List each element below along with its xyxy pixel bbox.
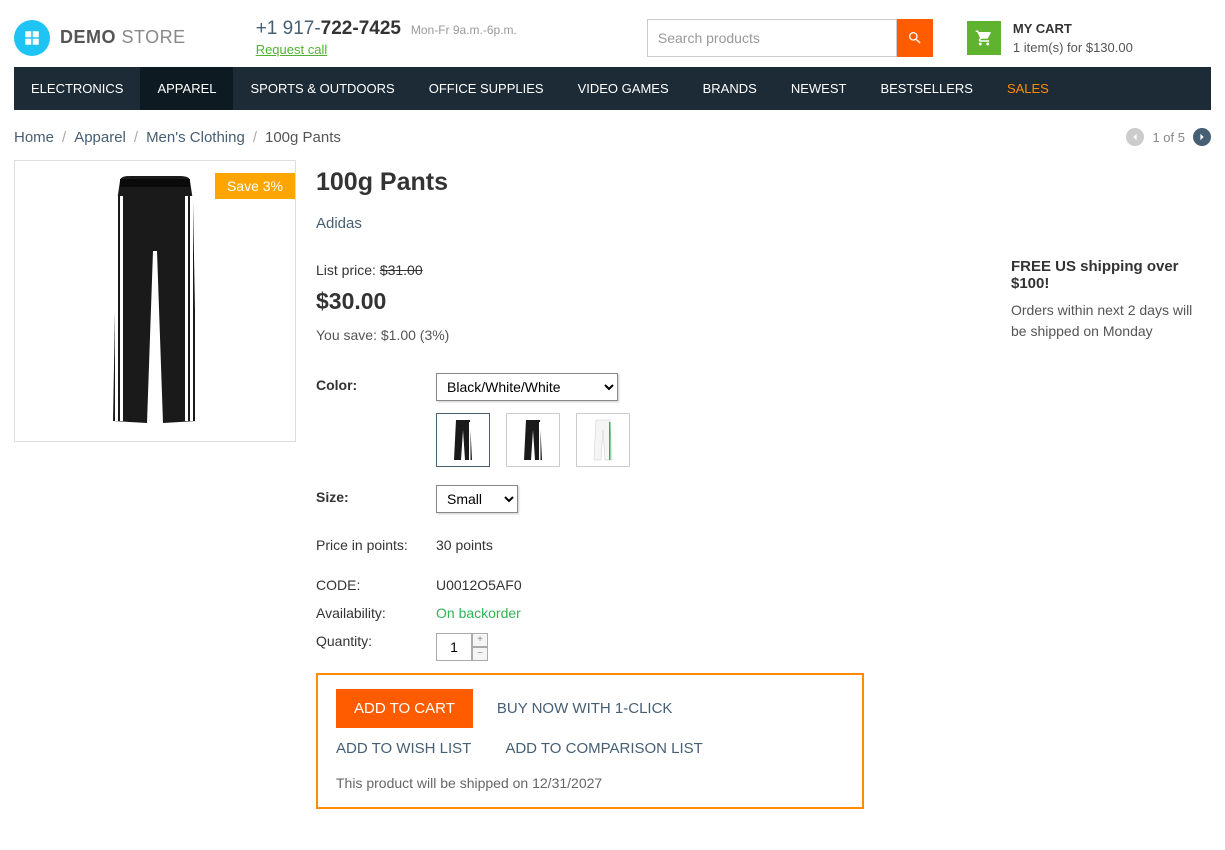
cart-title: MY CART — [1013, 21, 1133, 36]
product-title: 100g Pants — [316, 168, 991, 197]
buy-now-button[interactable]: BUY NOW WITH 1-CLICK — [497, 700, 673, 717]
breadcrumb-link[interactable]: Men's Clothing — [146, 129, 245, 146]
breadcrumb: Home/Apparel/Men's Clothing/100g Pants — [14, 129, 341, 146]
action-box: ADD TO CART BUY NOW WITH 1-CLICK ADD TO … — [316, 673, 864, 809]
shipping-promo-detail: Orders within next 2 days will be shippe… — [1011, 300, 1211, 342]
pants-image — [75, 171, 235, 431]
breadcrumb-current: 100g Pants — [265, 129, 341, 146]
availability-value: On backorder — [436, 605, 521, 621]
product-image[interactable]: Save 3% — [14, 160, 296, 442]
phone-number: +1 917-722-7425 — [256, 18, 401, 39]
search-input[interactable] — [647, 19, 897, 57]
availability-label: Availability: — [316, 605, 436, 621]
cart-icon — [975, 29, 993, 47]
add-to-wishlist-button[interactable]: ADD TO WISH LIST — [336, 740, 471, 757]
nav-item-brands[interactable]: BRANDS — [686, 67, 774, 110]
chevron-left-icon — [1131, 133, 1139, 141]
savings: You save: $1.00 (3%) — [316, 327, 991, 343]
main-nav: ELECTRONICSAPPARELSPORTS & OUTDOORSOFFIC… — [14, 67, 1211, 110]
color-select[interactable]: Black/White/White — [436, 373, 618, 401]
logo-icon — [14, 20, 50, 56]
nav-item-newest[interactable]: NEWEST — [774, 67, 864, 110]
nav-item-video-games[interactable]: VIDEO GAMES — [561, 67, 686, 110]
nav-item-sales[interactable]: SALES — [990, 67, 1066, 110]
nav-item-electronics[interactable]: ELECTRONICS — [14, 67, 140, 110]
code-value: U0012O5AF0 — [436, 577, 522, 593]
cart-button[interactable] — [967, 21, 1001, 55]
hours: Mon-Fr 9a.m.-6p.m. — [411, 23, 517, 37]
add-to-comparison-button[interactable]: ADD TO COMPARISON LIST — [505, 740, 703, 757]
color-swatches — [436, 413, 991, 467]
nav-item-apparel[interactable]: APPAREL — [140, 67, 233, 110]
add-to-cart-button[interactable]: ADD TO CART — [336, 689, 473, 728]
swatch-black[interactable] — [436, 413, 490, 467]
pager-next-button[interactable] — [1193, 128, 1211, 146]
quantity-input[interactable] — [436, 633, 472, 661]
shipping-note: This product will be shipped on 12/31/20… — [336, 775, 844, 791]
search-wrap — [647, 19, 933, 57]
request-call-link[interactable]: Request call — [256, 42, 517, 57]
cart-summary: 1 item(s) for $130.00 — [1013, 40, 1133, 55]
logo[interactable]: DEMO STORE — [14, 20, 186, 56]
swatch-black-2[interactable] — [506, 413, 560, 467]
cart-wrap[interactable]: MY CART 1 item(s) for $130.00 — [967, 21, 1133, 55]
breadcrumb-link[interactable]: Apparel — [74, 129, 126, 146]
chevron-right-icon — [1198, 133, 1206, 141]
pager-prev-button[interactable] — [1126, 128, 1144, 146]
swatch-white[interactable] — [576, 413, 630, 467]
pager-text: 1 of 5 — [1152, 130, 1185, 145]
nav-item-sports-outdoors[interactable]: SPORTS & OUTDOORS — [233, 67, 411, 110]
quantity-label: Quantity: — [316, 633, 436, 661]
color-label: Color: — [316, 373, 436, 393]
quantity-increase-button[interactable]: + — [472, 633, 488, 647]
price: $30.00 — [316, 288, 991, 315]
search-icon — [907, 30, 923, 46]
nav-item-office-supplies[interactable]: OFFICE SUPPLIES — [412, 67, 561, 110]
quantity-decrease-button[interactable]: − — [472, 647, 488, 661]
logo-text: DEMO STORE — [60, 27, 186, 48]
phone-block: +1 917-722-7425 Mon-Fr 9a.m.-6p.m. Reque… — [256, 18, 517, 57]
list-price: List price: $31.00 — [316, 262, 991, 278]
size-label: Size: — [316, 485, 436, 505]
breadcrumb-link[interactable]: Home — [14, 129, 54, 146]
code-label: CODE: — [316, 577, 436, 593]
points-label: Price in points: — [316, 537, 436, 553]
discount-badge: Save 3% — [215, 173, 295, 199]
shipping-promo-title: FREE US shipping over $100! — [1011, 258, 1211, 292]
points-value: 30 points — [436, 537, 493, 553]
nav-item-bestsellers[interactable]: BESTSELLERS — [863, 67, 990, 110]
search-button[interactable] — [897, 19, 933, 57]
pager: 1 of 5 — [1126, 128, 1211, 146]
size-select[interactable]: Small — [436, 485, 518, 513]
cart-info: MY CART 1 item(s) for $130.00 — [1013, 21, 1133, 55]
brand-link[interactable]: Adidas — [316, 215, 991, 232]
